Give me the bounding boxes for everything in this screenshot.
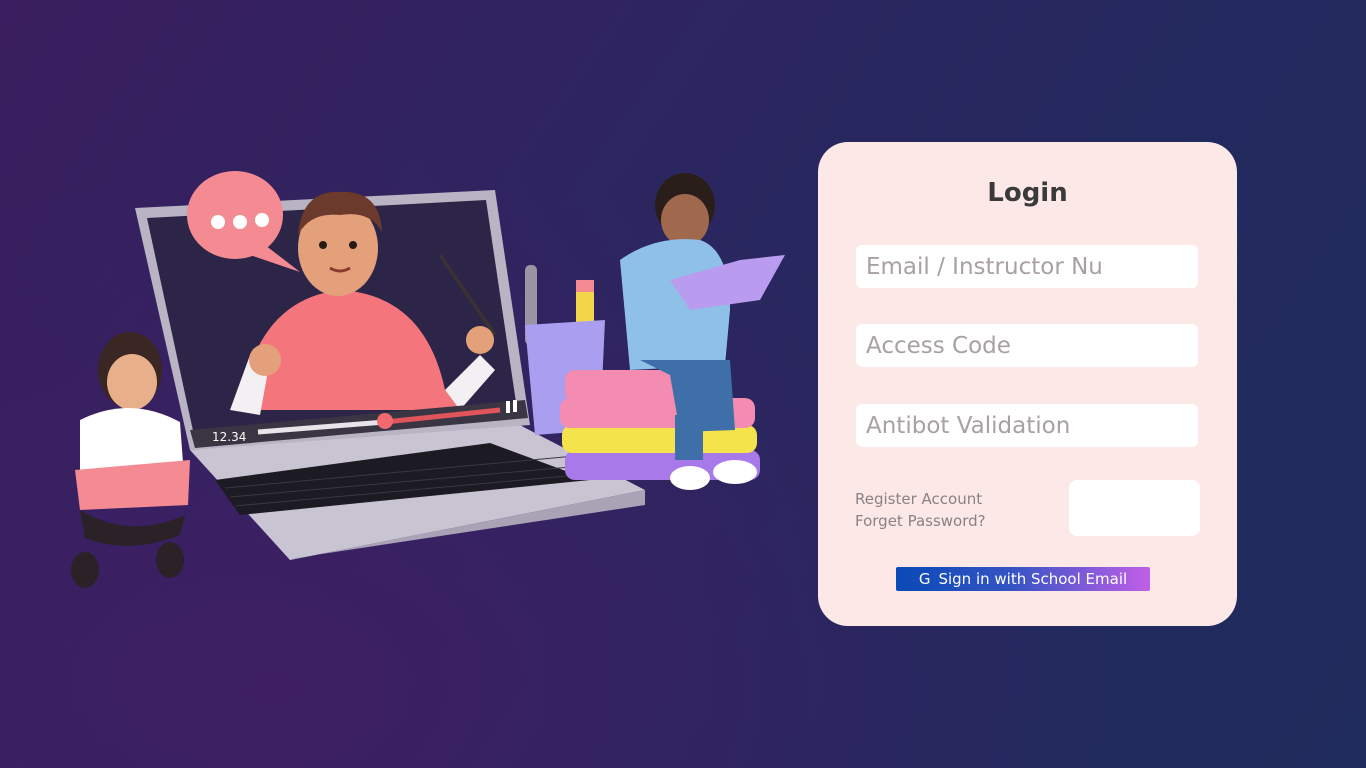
antibot-field[interactable] xyxy=(856,404,1198,447)
forgot-password-link[interactable]: Forget Password? xyxy=(855,510,986,532)
login-title: Login xyxy=(987,178,1068,208)
sign-in-label: Sign in with School Email xyxy=(938,570,1128,588)
login-card: Login Register Account Forget Password? … xyxy=(818,142,1237,626)
pause-icon xyxy=(506,401,510,413)
google-g-icon: G xyxy=(918,570,931,588)
hero-illustration: 12.34 xyxy=(40,160,800,610)
email-field[interactable] xyxy=(856,245,1198,288)
sign-in-school-email-button[interactable]: G Sign in with School Email xyxy=(896,567,1150,591)
access-code-field[interactable] xyxy=(856,324,1198,367)
captcha-box[interactable] xyxy=(1069,480,1200,536)
video-time: 12.34 xyxy=(212,430,246,444)
register-account-link[interactable]: Register Account xyxy=(855,488,986,510)
account-links: Register Account Forget Password? xyxy=(855,488,986,532)
